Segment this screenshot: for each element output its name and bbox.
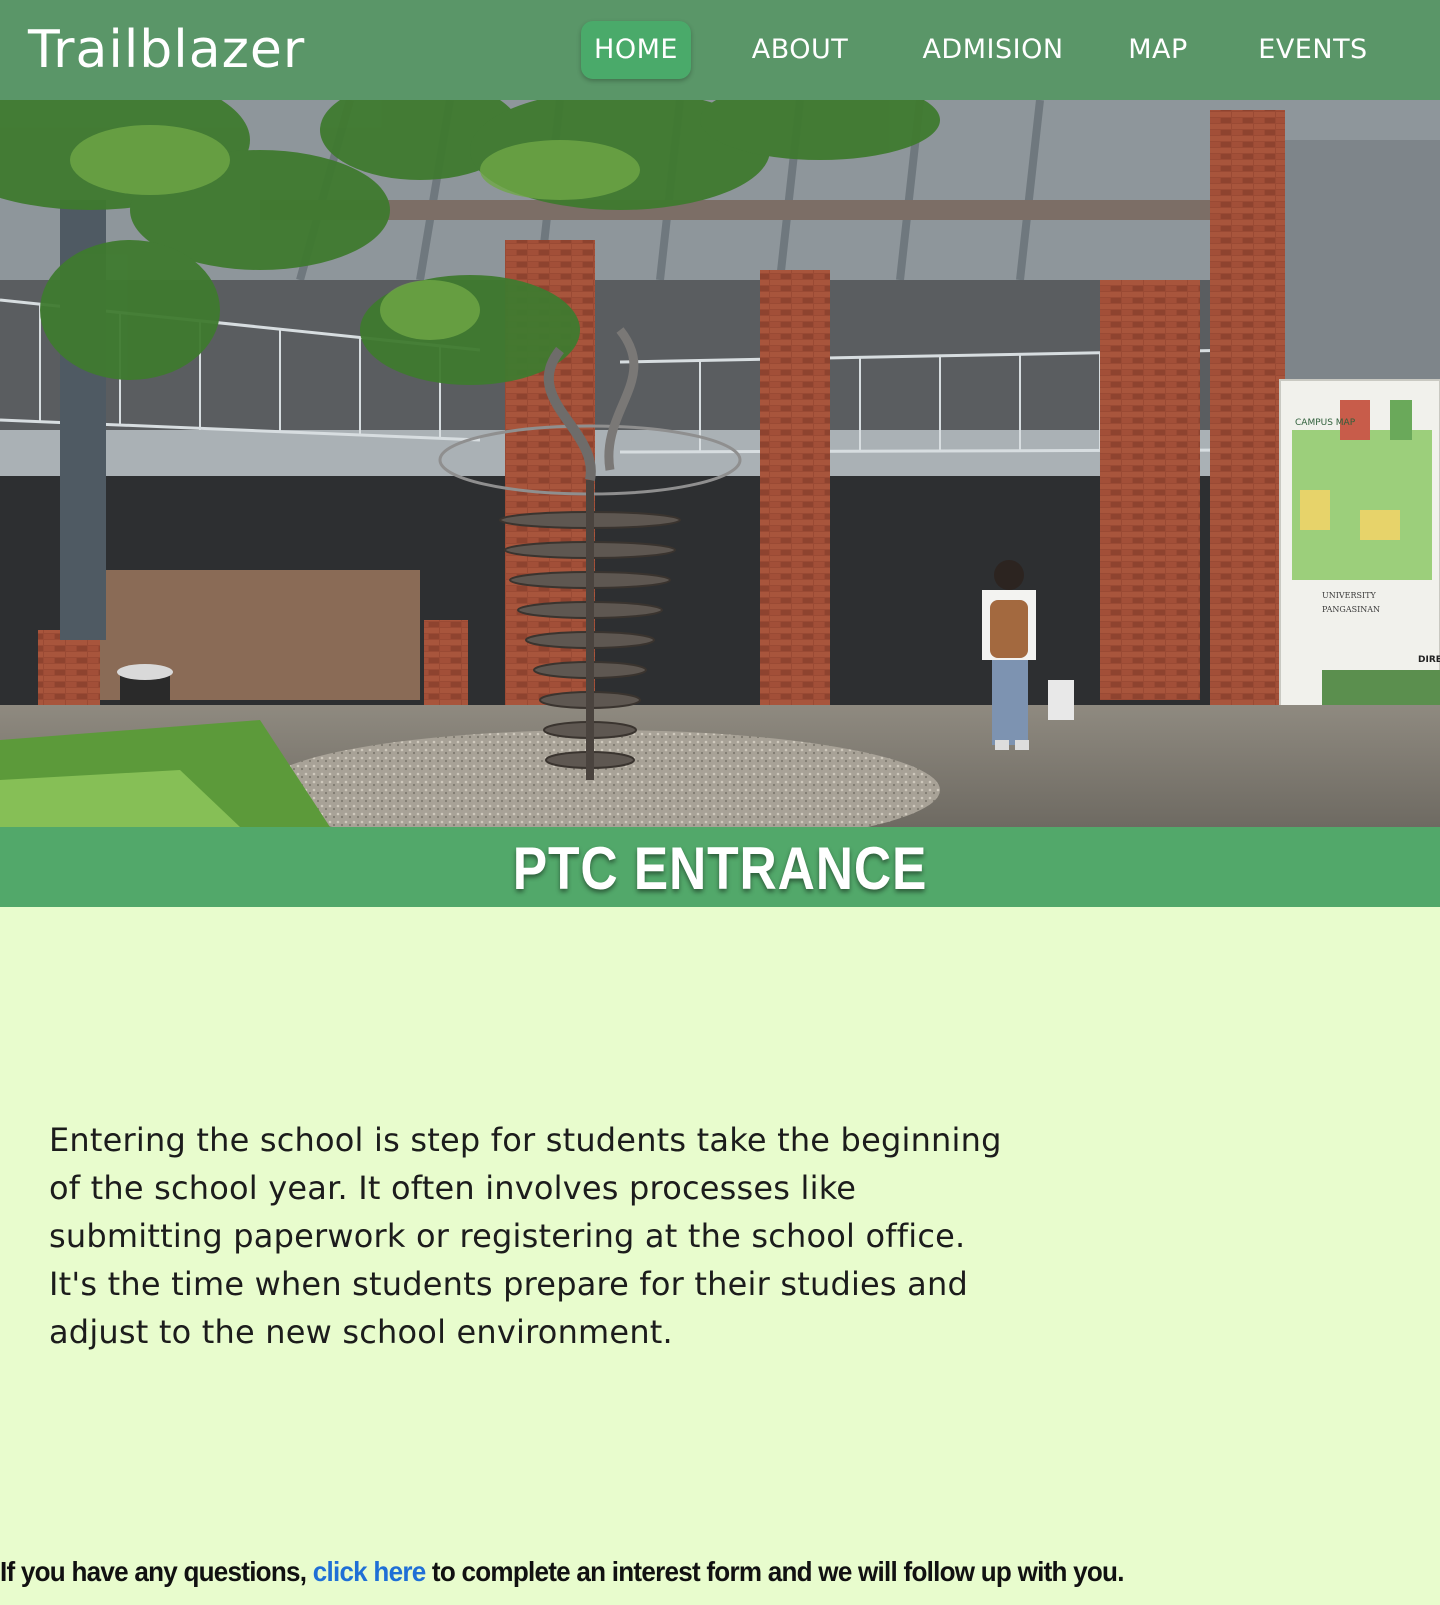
description-text: Entering the school is step for students…: [49, 1121, 1002, 1351]
page-title: PTC ENTRANCE: [512, 835, 928, 902]
contact-note: If you have any questions, click here to…: [0, 1552, 1339, 1592]
nav-admision[interactable]: ADMISION: [908, 21, 1078, 79]
svg-text:CAMPUS MAP: CAMPUS MAP: [1295, 418, 1356, 428]
svg-text:PANGASINAN: PANGASINAN: [1322, 605, 1380, 614]
interest-form-link[interactable]: click here: [313, 1556, 426, 1587]
nav-map[interactable]: MAP: [1116, 21, 1200, 79]
school-entrance-photo: CAMPUS MAP UNIVERSITY PANGASINAN DIREC: [0, 100, 1440, 827]
top-navbar: Trailblazer HOME ABOUT ADMISION MAP EVEN…: [0, 0, 1440, 100]
title-band: PTC ENTRANCE: [0, 827, 1440, 907]
svg-text:DIREC: DIREC: [1418, 655, 1440, 665]
svg-text:UNIVERSITY: UNIVERSITY: [1322, 591, 1377, 600]
nav-events[interactable]: EVENTS: [1245, 21, 1381, 79]
contact-note-after: to complete an interest form and we will…: [425, 1556, 1125, 1587]
contact-note-before: If you have any questions,: [0, 1556, 313, 1587]
campus-map-sign: CAMPUS MAP UNIVERSITY PANGASINAN DIREC: [1279, 379, 1440, 741]
hero-image: CAMPUS MAP UNIVERSITY PANGASINAN DIREC: [0, 100, 1440, 827]
nav-about[interactable]: ABOUT: [730, 21, 870, 79]
nav-home[interactable]: HOME: [581, 21, 691, 79]
site-logo-text[interactable]: Trailblazer: [28, 20, 305, 80]
